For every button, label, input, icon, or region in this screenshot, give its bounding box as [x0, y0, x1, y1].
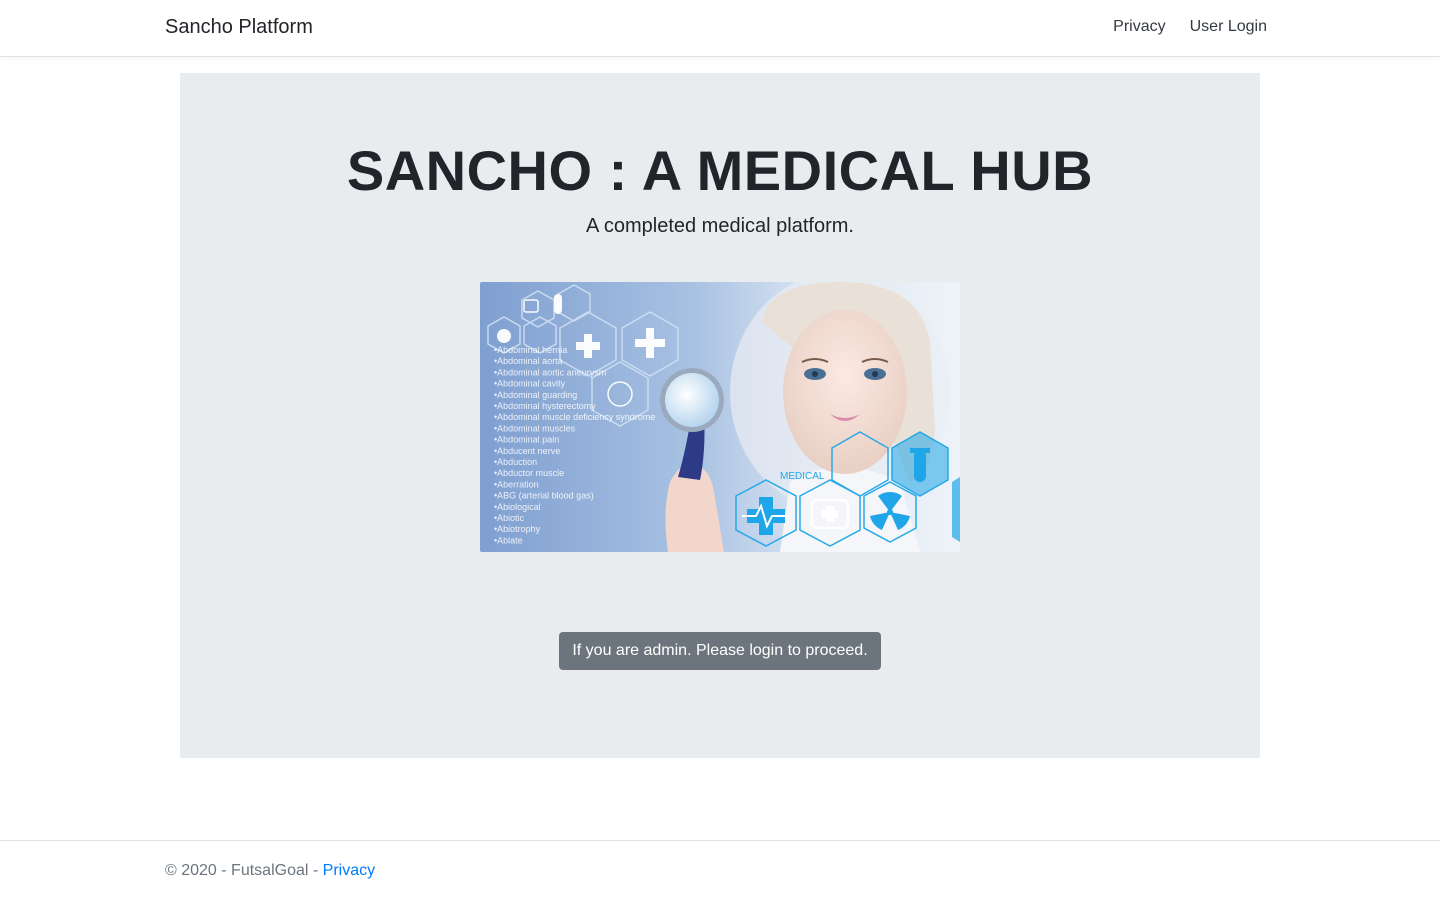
medical-term: •Abdominal cavity — [494, 379, 566, 389]
medical-term: •Abiotic — [494, 513, 525, 523]
hero-title: SANCHO : A MEDICAL HUB — [346, 139, 1094, 202]
page-footer: © 2020 - FutsalGoal - Privacy — [0, 840, 1440, 901]
brand-link[interactable]: Sancho Platform — [165, 16, 313, 39]
medical-term: •Abduction — [494, 457, 537, 467]
medical-term: •Abductor muscle — [494, 468, 564, 478]
medical-term: •Abiotrophy — [494, 524, 541, 534]
medical-term: •Abiological — [494, 502, 541, 512]
medical-term: •Aberration — [494, 479, 539, 489]
medical-term: •Abdominal pain — [494, 435, 559, 445]
hero-subtitle: A completed medical platform. — [586, 215, 854, 237]
medical-term: •ABG (arterial blood gas) — [494, 491, 594, 501]
medical-term: •Abdominal guarding — [494, 390, 577, 400]
footer-copyright: © 2020 - FutsalGoal - — [165, 862, 323, 879]
nav-privacy-link[interactable]: Privacy — [1113, 18, 1165, 36]
nav-links: Privacy User Login — [1113, 18, 1267, 36]
medical-term: •Ablate — [494, 535, 523, 545]
medical-term: •Abdominal muscles — [494, 423, 576, 433]
medical-term: •Abdominal hernia — [494, 345, 567, 355]
footer-text: © 2020 - FutsalGoal - Privacy — [165, 862, 375, 880]
admin-login-button[interactable]: If you are admin. Please login to procee… — [559, 632, 881, 670]
medical-overlay-label: MEDICAL — [780, 471, 825, 482]
footer-privacy-link[interactable]: Privacy — [323, 862, 375, 879]
medical-term: •Abdominal aorta — [494, 356, 563, 366]
hero-medical-image: •Abdominal hernia •Abdominal aorta •Abdomi… — [480, 282, 960, 552]
nav-user-login-link[interactable]: User Login — [1190, 18, 1267, 36]
medical-term: •Abdominal aortic aneurysm — [494, 367, 606, 377]
medical-term: •Abdominal hysterectomy — [494, 401, 596, 411]
medical-illustration: •Abdominal hernia•Abdominal aorta•Abdomi… — [480, 282, 960, 552]
top-navbar: Sancho Platform Privacy User Login — [0, 0, 1440, 57]
medical-term: •Abdominal muscle deficiency syndrome — [494, 412, 655, 422]
medical-term: •Abducent nerve — [494, 446, 560, 456]
